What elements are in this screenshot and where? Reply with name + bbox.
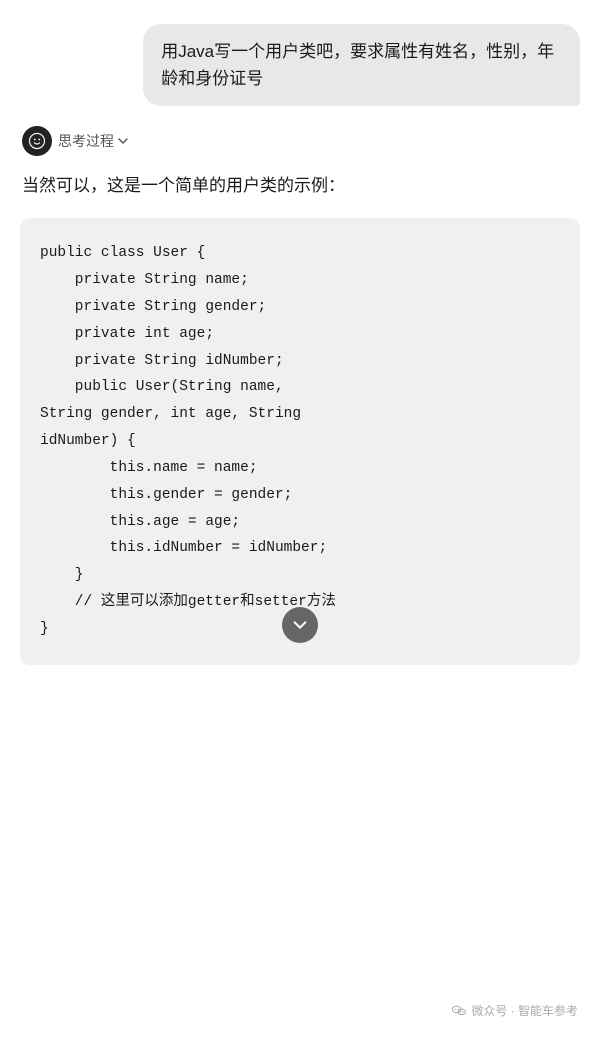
intro-text-content: 当然可以，这是一个简单的用户类的示例： — [22, 176, 345, 195]
smiley-icon — [28, 132, 46, 150]
watermark-text: 微众号 · 智能车参考 — [471, 1002, 578, 1019]
footer-watermark: 微众号 · 智能车参考 — [451, 1002, 578, 1019]
thinking-label[interactable]: 思考过程 — [58, 131, 129, 151]
user-message-text: 用Java写一个用户类吧，要求属性有姓名，性别，年龄和身份证号 — [161, 42, 554, 88]
page-container: 用Java写一个用户类吧，要求属性有姓名，性别，年龄和身份证号 思考过程 当然可… — [0, 0, 600, 1037]
user-message-bubble: 用Java写一个用户类吧，要求属性有姓名，性别，年龄和身份证号 — [143, 24, 580, 106]
chevron-svg — [117, 135, 129, 147]
code-block: public class User { private String name;… — [20, 218, 580, 664]
scroll-down-arrow-icon — [291, 616, 309, 634]
assistant-avatar — [22, 126, 52, 156]
code-block-wrapper: public class User { private String name;… — [20, 218, 580, 680]
thinking-row[interactable]: 思考过程 — [20, 126, 580, 156]
scroll-down-button[interactable] — [282, 607, 318, 643]
chevron-down-icon — [117, 135, 129, 147]
wechat-icon — [451, 1003, 467, 1019]
user-message-wrapper: 用Java写一个用户类吧，要求属性有姓名，性别，年龄和身份证号 — [20, 24, 580, 106]
thinking-label-text: 思考过程 — [58, 131, 114, 151]
code-content: public class User { private String name;… — [40, 240, 560, 642]
assistant-intro-text: 当然可以，这是一个简单的用户类的示例： — [20, 172, 580, 200]
